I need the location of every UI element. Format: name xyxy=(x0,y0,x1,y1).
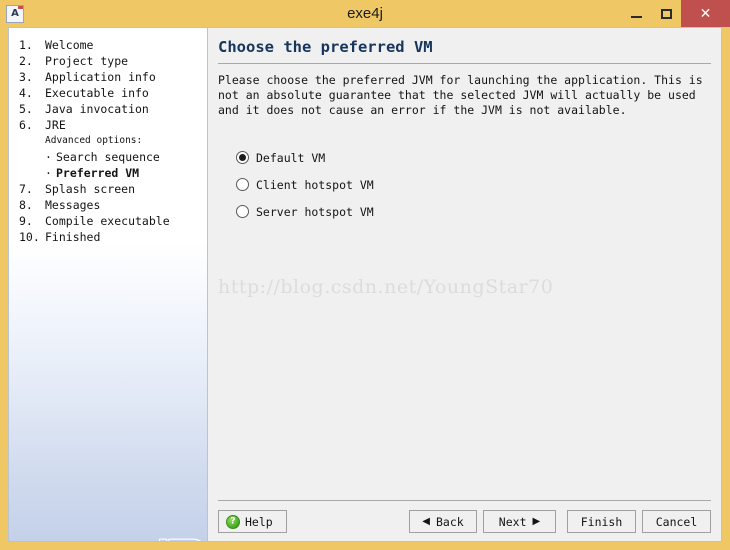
help-button-label: Help xyxy=(245,514,273,529)
window-controls: ✕ xyxy=(621,0,730,27)
step-number: 9. xyxy=(19,214,33,228)
sidebar-item-java-invocation[interactable]: 5. Java invocation xyxy=(9,101,207,117)
watermark-text: http://blog.csdn.net/YoungStar70 xyxy=(218,276,554,298)
next-button[interactable]: Next ▶ xyxy=(483,510,556,533)
sidebar-item-executable-info[interactable]: 4. Executable info xyxy=(9,85,207,101)
chevron-left-icon: ◀ xyxy=(422,515,430,527)
option-label: Client hotspot VM xyxy=(256,177,374,192)
chevron-right-icon: ▶ xyxy=(532,515,541,527)
sidebar-item-project-type[interactable]: 2. Project type xyxy=(9,53,207,69)
app-icon: A xyxy=(6,4,24,23)
sidebar-advanced-options-heading: Advanced options: xyxy=(45,135,143,146)
app-icon-glyph: A xyxy=(11,7,19,19)
option-client-hotspot-vm[interactable]: Client hotspot VM xyxy=(236,171,711,198)
title-bar: A exe4j ✕ xyxy=(0,0,730,27)
option-default-vm[interactable]: Default VM xyxy=(236,144,711,171)
step-label: Application info xyxy=(45,70,156,84)
help-icon: ? xyxy=(226,514,240,529)
sidebar-item-messages[interactable]: 8. Messages xyxy=(9,197,207,213)
step-number: 1. xyxy=(19,38,33,52)
window-body: 1. Welcome 2. Project type 3. Applicatio… xyxy=(0,27,730,550)
step-number: 7. xyxy=(19,182,33,196)
step-label: Search sequence xyxy=(56,150,160,164)
bullet-icon: · xyxy=(45,150,52,164)
sidebar-item-application-info[interactable]: 3. Application info xyxy=(9,69,207,85)
step-number: 3. xyxy=(19,70,33,84)
sidebar-item-compile-executable[interactable]: 9. Compile executable xyxy=(9,213,207,229)
help-button[interactable]: ? Help xyxy=(218,510,287,533)
page-description: Please choose the preferred JVM for laun… xyxy=(218,73,703,117)
button-row: ? Help ◀ Back Next ▶ Finish Cancel xyxy=(218,510,711,533)
wizard-step-list: 1. Welcome 2. Project type 3. Applicatio… xyxy=(9,37,207,245)
footer-divider xyxy=(218,500,711,501)
finish-button[interactable]: Finish xyxy=(567,510,636,533)
title-divider xyxy=(218,63,711,64)
option-server-hotspot-vm[interactable]: Server hotspot VM xyxy=(236,198,711,225)
close-button[interactable]: ✕ xyxy=(681,0,730,27)
option-label: Server hotspot VM xyxy=(256,204,374,219)
exe4j-logo: exe4j xyxy=(153,537,204,541)
sidebar-item-preferred-vm[interactable]: · Preferred VM xyxy=(9,165,207,181)
maximize-button[interactable] xyxy=(651,0,681,27)
step-label: Preferred VM xyxy=(56,166,140,180)
sidebar-item-welcome[interactable]: 1. Welcome xyxy=(9,37,207,53)
content-panel: Choose the preferred VM Please choose th… xyxy=(207,27,722,542)
step-label: JRE xyxy=(45,118,66,132)
step-number: 4. xyxy=(19,86,33,100)
radio-default-vm-icon[interactable] xyxy=(236,151,249,164)
step-label: Project type xyxy=(45,54,129,68)
sidebar-item-splash-screen[interactable]: 7. Splash screen xyxy=(9,181,207,197)
step-number: 8. xyxy=(19,198,33,212)
step-number: 10. xyxy=(19,230,40,244)
step-label: Messages xyxy=(45,198,101,212)
page-title: Choose the preferred VM xyxy=(218,38,433,56)
radio-client-hotspot-vm-icon[interactable] xyxy=(236,178,249,191)
help-icon-glyph: ? xyxy=(230,516,236,526)
step-number: 5. xyxy=(19,102,33,116)
maximize-icon xyxy=(660,8,672,19)
step-label: Splash screen xyxy=(45,182,136,196)
step-label: Compile executable xyxy=(45,214,170,228)
minimize-icon xyxy=(630,16,642,18)
next-button-label: Next xyxy=(498,514,527,529)
option-label: Default VM xyxy=(256,150,326,165)
minimize-button[interactable] xyxy=(621,0,651,27)
exe4j-window: A exe4j ✕ 1. Welcome 2. Project type 3. … xyxy=(0,0,730,550)
back-button-label: Back xyxy=(436,514,464,529)
sidebar-item-finished[interactable]: 10. Finished xyxy=(9,229,207,245)
wizard-step-sidebar: 1. Welcome 2. Project type 3. Applicatio… xyxy=(8,27,207,542)
step-number: 6. xyxy=(19,118,33,132)
cancel-button[interactable]: Cancel xyxy=(642,510,711,533)
exe4j-logo-area: exe4j xyxy=(9,411,207,541)
sidebar-item-search-sequence[interactable]: · Search sequence xyxy=(9,149,207,165)
step-label: Executable info xyxy=(45,86,149,100)
step-label: Java invocation xyxy=(45,102,149,116)
step-label: Welcome xyxy=(45,38,94,52)
back-button[interactable]: ◀ Back xyxy=(409,510,477,533)
step-number: 2. xyxy=(19,54,33,68)
radio-server-hotspot-vm-icon[interactable] xyxy=(236,205,249,218)
vm-option-group: Default VM Client hotspot VM Server hots… xyxy=(218,144,711,225)
step-label: Finished xyxy=(45,230,101,244)
footer: ? Help ◀ Back Next ▶ Finish Cancel xyxy=(218,500,711,533)
sidebar-item-jre[interactable]: 6. JRE xyxy=(9,117,207,133)
bullet-icon: · xyxy=(45,166,52,180)
